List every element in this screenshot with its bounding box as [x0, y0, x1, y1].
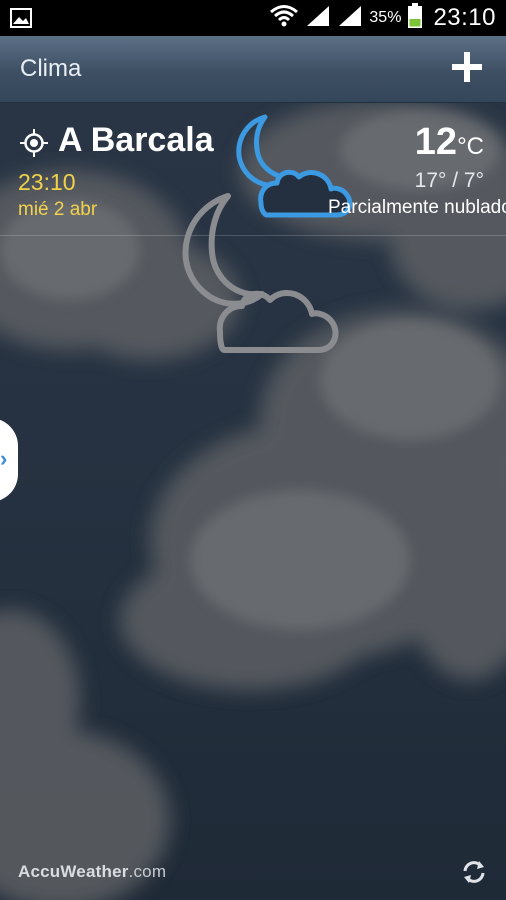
status-bar: 35% 23:10: [0, 0, 506, 36]
status-time: 23:10: [433, 4, 496, 31]
refresh-button[interactable]: [460, 858, 488, 886]
signal-icon: [305, 4, 331, 33]
high-low-temperature: 17° / 7°: [414, 169, 484, 192]
weather-condition: Parcialmente nublado: [328, 197, 506, 218]
local-date: mié 2 abr: [18, 199, 98, 220]
temperature-unit: °C: [457, 133, 484, 160]
location-target-icon: [20, 129, 48, 157]
current-temperature: 12°C: [414, 121, 484, 163]
refresh-icon: [463, 861, 485, 883]
battery-percent: 35%: [369, 9, 402, 26]
accuweather-brand[interactable]: AccuWeather.com: [18, 862, 166, 882]
wifi-icon: [269, 3, 299, 34]
battery-icon: [407, 2, 423, 34]
action-bar: Clima: [0, 36, 506, 103]
local-time: 23:10: [18, 169, 76, 195]
add-city-button[interactable]: [450, 50, 484, 84]
image-notification-icon: [10, 8, 32, 33]
plus-icon: [452, 52, 482, 82]
app-title: Clima: [20, 55, 82, 82]
signal-icon: [337, 4, 363, 33]
city-name: A Barcala: [58, 121, 214, 159]
moon-cloud-icon: [182, 193, 339, 353]
chevron-right-icon: ›: [0, 446, 8, 471]
